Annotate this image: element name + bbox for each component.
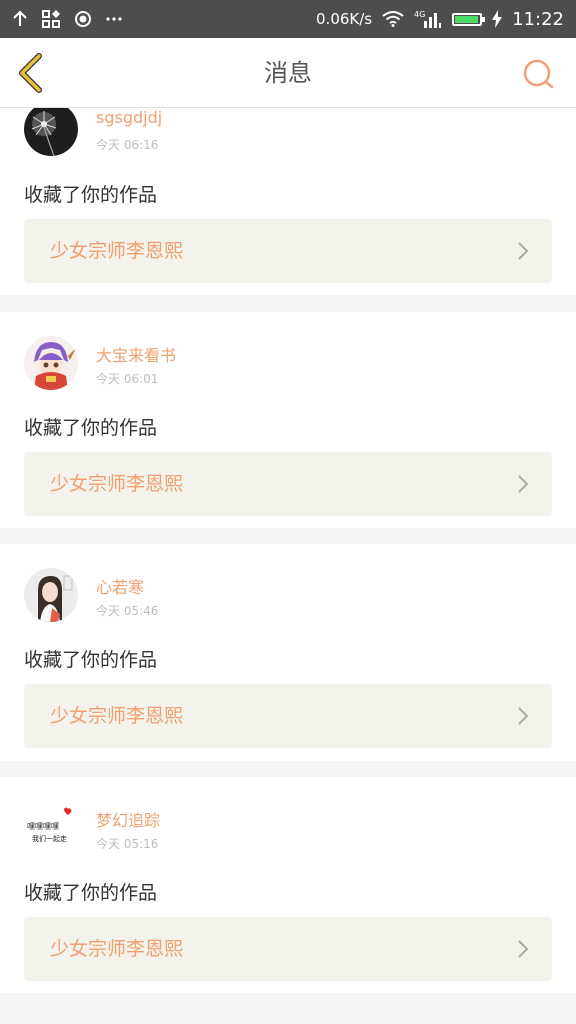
user-name[interactable]: 大宝来看书 [96, 342, 176, 366]
message-time: 今天 06:16 [96, 138, 159, 152]
message-card: 大宝来看书 今天 06:01 收藏了你的作品 少女宗师李恩熙 [0, 312, 576, 528]
message-card: 嘿嘿嘿嘿 我们一起走 梦幻追踪 今天 05:16 收藏了你的作品 少女宗师李恩熙 [0, 777, 576, 993]
action-text: 收藏了你的作品 [24, 184, 158, 206]
battery-icon [452, 12, 486, 26]
cell-signal-icon: 4G [414, 9, 442, 29]
status-bar: 0.06K/s 4G 11:22 [0, 0, 576, 38]
message-list: sgsgdjdj 今天 06:16 收藏了你的作品 少女宗师李恩熙 大宝来看书 … [0, 108, 576, 1024]
page-title: 消息 [264, 59, 312, 87]
message-time: 今天 05:16 [96, 837, 159, 851]
message-time: 今天 06:01 [96, 372, 159, 386]
portrait-avatar[interactable] [24, 568, 78, 622]
work-link[interactable]: 少女宗师李恩熙 [24, 917, 552, 981]
signal-label: 4G [414, 10, 425, 19]
network-speed: 0.06K/s [316, 10, 373, 28]
search-icon [523, 59, 554, 89]
more-icon [106, 16, 122, 22]
chevron-right-icon [518, 940, 529, 958]
action-text: 收藏了你的作品 [24, 882, 158, 904]
apps-icon [42, 10, 60, 28]
chevron-right-icon [518, 707, 529, 725]
message-card: 心若寒 今天 05:46 收藏了你的作品 少女宗师李恩熙 [0, 544, 576, 761]
action-text: 收藏了你的作品 [24, 649, 158, 671]
search-button[interactable] [520, 56, 556, 92]
anime-girl-avatar[interactable] [24, 336, 78, 390]
work-link[interactable]: 少女宗师李恩熙 [24, 684, 552, 748]
work-title: 少女宗师李恩熙 [50, 938, 184, 960]
message-card: sgsgdjdj 今天 06:16 收藏了你的作品 少女宗师李恩熙 [0, 108, 576, 295]
chevron-right-icon [518, 475, 529, 493]
wifi-icon [382, 11, 404, 27]
record-icon [74, 10, 92, 28]
charging-icon [492, 10, 503, 28]
action-text: 收藏了你的作品 [24, 417, 158, 439]
work-title: 少女宗师李恩熙 [50, 705, 184, 727]
work-link[interactable]: 少女宗师李恩熙 [24, 452, 552, 516]
battery-fill [455, 15, 478, 23]
user-name[interactable]: 心若寒 [96, 574, 144, 598]
app-header: 消息 [0, 38, 576, 108]
status-right-icons: 0.06K/s 4G 11:22 [316, 9, 564, 30]
status-left-icons [12, 10, 316, 28]
dandelion-avatar[interactable] [24, 108, 78, 156]
message-time: 今天 05:46 [96, 604, 159, 618]
upload-icon [12, 10, 28, 28]
user-name[interactable]: sgsgdjdj [96, 108, 162, 127]
user-name[interactable]: 梦幻追踪 [96, 807, 160, 831]
work-link[interactable]: 少女宗师李恩熙 [24, 219, 552, 283]
clock: 11:22 [512, 8, 564, 30]
work-title: 少女宗师李恩熙 [50, 473, 184, 495]
text-heart-avatar[interactable]: 嘿嘿嘿嘿 我们一起走 [24, 801, 78, 855]
work-title: 少女宗师李恩熙 [50, 240, 184, 262]
avatar-text-line1: 嘿嘿嘿嘿 [27, 822, 59, 831]
chevron-right-icon [518, 242, 529, 260]
avatar-text-line2: 我们一起走 [32, 834, 67, 843]
